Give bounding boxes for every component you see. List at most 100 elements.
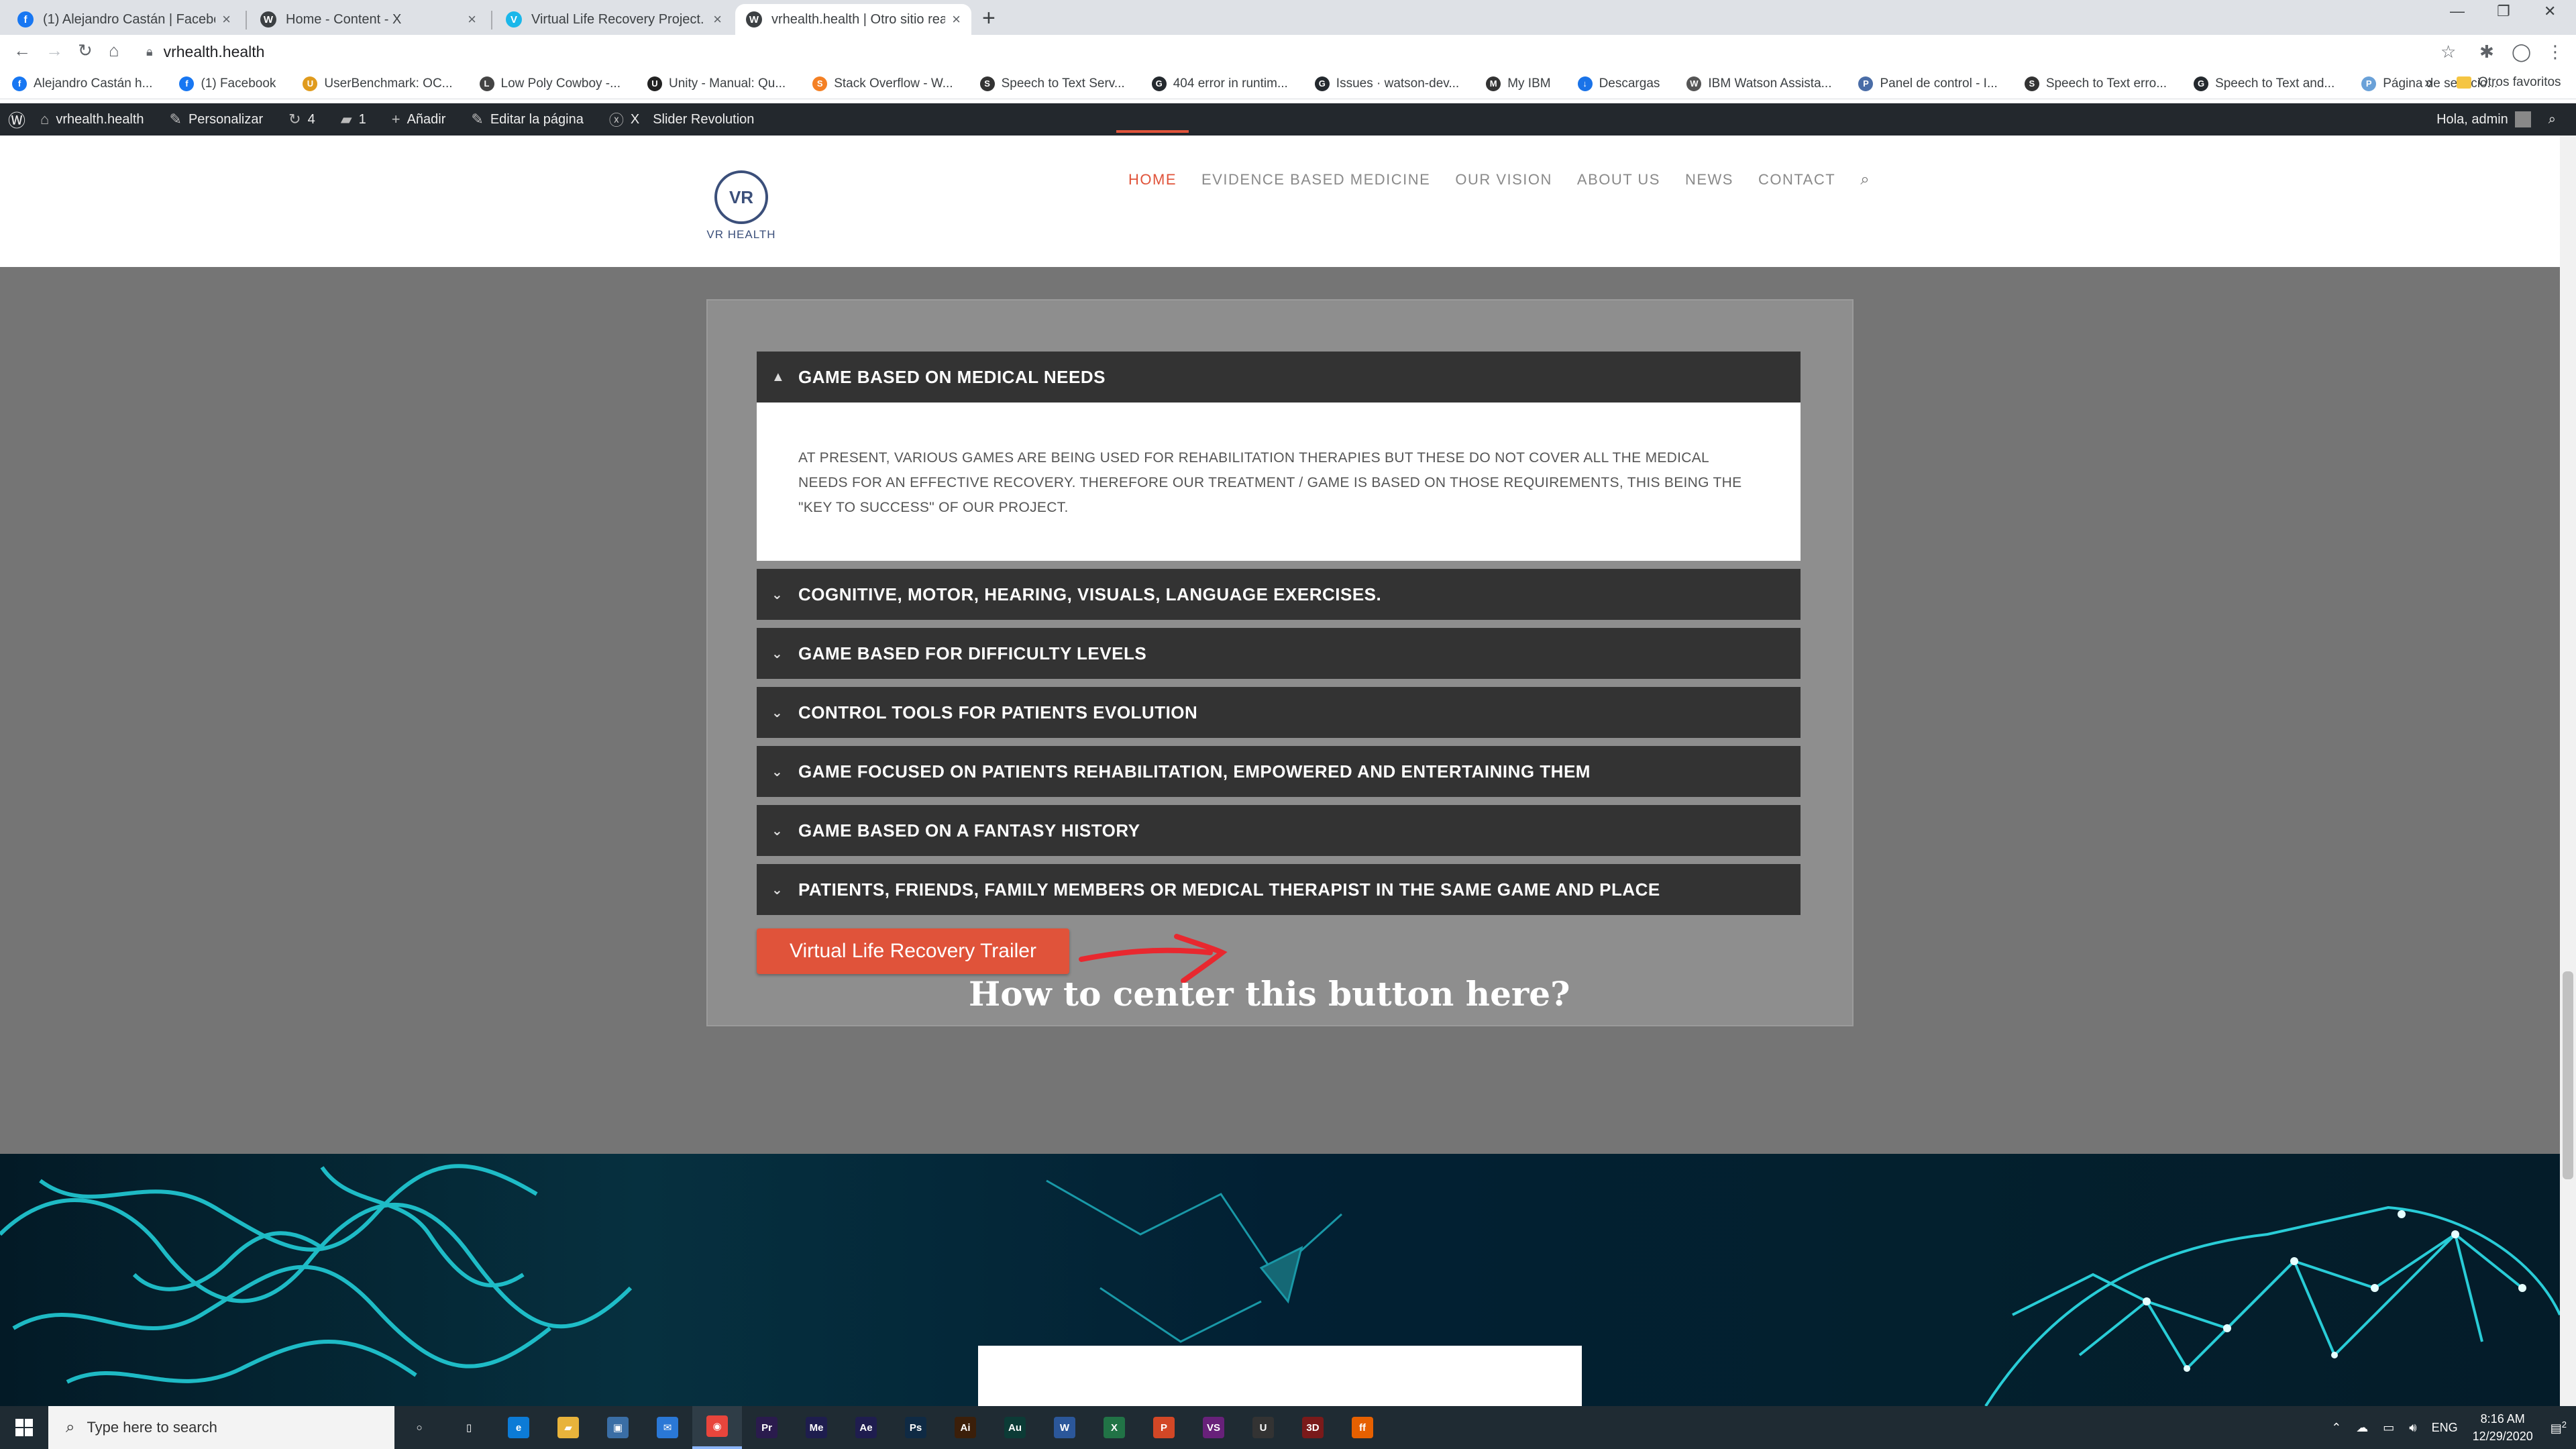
minimize-icon[interactable]: — <box>2450 3 2465 20</box>
chevron-up-icon[interactable]: ⌃ <box>2331 1421 2341 1435</box>
accordion-item-control-tools[interactable]: ⌄ CONTROL TOOLS FOR PATIENTS EVOLUTION <box>757 687 1801 738</box>
page-scrollbar[interactable] <box>2560 136 2576 1406</box>
notification-icon[interactable]: ▤2 <box>2551 1419 2567 1436</box>
browser-tab-2[interactable]: W Home - Content - X × <box>250 4 487 35</box>
bookmark-item[interactable]: U UserBenchmark: OC... <box>303 76 453 91</box>
reload-icon[interactable]: ↻ <box>78 40 93 61</box>
taskbar-app[interactable]: Ai <box>941 1406 990 1449</box>
bookmark-item[interactable]: S Speech to Text erro... <box>2024 76 2167 91</box>
language-indicator[interactable]: ENG <box>2432 1421 2458 1435</box>
nav-contact[interactable]: CONTACT <box>1758 171 1835 189</box>
wp-account[interactable]: Hola, admin <box>2436 111 2531 127</box>
nav-home[interactable]: HOME <box>1128 171 1177 189</box>
network-icon[interactable]: ▭ <box>2383 1421 2394 1435</box>
scrollbar-thumb[interactable] <box>2563 971 2573 1179</box>
bookmark-item[interactable]: M My IBM <box>1486 76 1551 91</box>
wp-customize[interactable]: ✎ Personalizar <box>170 111 264 128</box>
bookmark-item[interactable]: P Panel de control - I... <box>1858 76 1998 91</box>
wp-updates[interactable]: ↻ 4 <box>288 111 315 128</box>
bookmark-item[interactable]: f Alejandro Castán h... <box>12 76 152 91</box>
wp-add-new[interactable]: + Añadir <box>392 111 446 128</box>
wp-x-builder[interactable]: ⓧ X <box>609 109 639 130</box>
volume-icon[interactable]: 🔊︎ <box>2409 1421 2416 1435</box>
taskbar-app[interactable]: ◉ <box>692 1406 742 1449</box>
start-button[interactable] <box>0 1406 48 1449</box>
taskbar-app[interactable]: ▰ <box>543 1406 593 1449</box>
bookmark-item[interactable]: f (1) Facebook <box>179 76 276 91</box>
taskbar-app[interactable]: ✉ <box>643 1406 692 1449</box>
onedrive-icon[interactable]: ☁ <box>2356 1421 2368 1435</box>
accordion-item-medical-needs[interactable]: ▲ GAME BASED ON MEDICAL NEEDS <box>757 352 1801 402</box>
nav-our-vision[interactable]: OUR VISION <box>1455 171 1552 189</box>
browser-tab-1[interactable]: f (1) Alejandro Castán | Facebook × <box>7 4 241 35</box>
bookmark-star-icon[interactable]: ☆ <box>2440 42 2456 62</box>
wp-logo-icon[interactable]: Ⓦ <box>8 107 25 132</box>
home-icon[interactable]: ⌂ <box>109 40 119 61</box>
taskbar-app[interactable]: X <box>1089 1406 1139 1449</box>
bookmark-item[interactable]: S Stack Overflow - W... <box>812 76 953 91</box>
accordion-title: GAME BASED ON MEDICAL NEEDS <box>798 366 1106 387</box>
nav-news[interactable]: NEWS <box>1685 171 1733 189</box>
taskbar-app[interactable]: ○ <box>394 1406 444 1449</box>
wp-slider-revolution[interactable]: Slider Revolution <box>653 112 754 127</box>
clock[interactable]: 8:16 AM 12/29/2020 <box>2473 1410 2533 1445</box>
taskbar-app[interactable]: Au <box>990 1406 1040 1449</box>
close-icon[interactable]: × <box>222 11 231 28</box>
bookmarks-overflow-button[interactable]: » <box>2424 74 2432 91</box>
accordion-item-rehabilitation[interactable]: ⌄ GAME FOCUSED ON PATIENTS REHABILITATIO… <box>757 746 1801 797</box>
close-icon[interactable]: × <box>713 11 722 28</box>
omnibox[interactable]: 🔒︎ vrhealth.health <box>146 38 2440 65</box>
new-tab-button[interactable]: + <box>982 5 996 32</box>
bookmark-item[interactable]: G Speech to Text and... <box>2194 76 2334 91</box>
back-icon[interactable]: ← <box>13 40 31 61</box>
forward-icon[interactable]: → <box>46 40 63 61</box>
bookmark-item[interactable]: U Unity - Manual: Qu... <box>647 76 786 91</box>
close-icon[interactable]: × <box>468 11 476 28</box>
accordion-item-difficulty-levels[interactable]: ⌄ GAME BASED FOR DIFFICULTY LEVELS <box>757 628 1801 679</box>
wp-comments[interactable]: ▰ 1 <box>341 111 366 128</box>
taskbar-app[interactable]: Pr <box>742 1406 792 1449</box>
url-text[interactable]: vrhealth.health <box>164 43 265 61</box>
trailer-button[interactable]: Virtual Life Recovery Trailer <box>757 928 1069 974</box>
bookmark-item[interactable]: ↓ Descargas <box>1577 76 1660 91</box>
profile-avatar-icon[interactable]: ◯ <box>2512 42 2531 62</box>
taskbar-app[interactable]: U <box>1238 1406 1288 1449</box>
search-icon[interactable]: ⌕ <box>1860 170 1869 189</box>
site-logo[interactable]: VR VR HEALTH <box>706 170 777 241</box>
taskbar-app[interactable]: 3D <box>1288 1406 1338 1449</box>
wp-search-icon[interactable]: ⌕ <box>2548 112 2556 127</box>
extensions-icon[interactable]: ✱ <box>2479 42 2494 62</box>
taskbar-app[interactable]: e <box>494 1406 543 1449</box>
accordion-item-same-game[interactable]: ⌄ PATIENTS, FRIENDS, FAMILY MEMBERS OR M… <box>757 864 1801 915</box>
taskbar-app[interactable]: P <box>1139 1406 1189 1449</box>
close-icon[interactable]: × <box>952 11 961 28</box>
bookmark-item[interactable]: G Issues · watson-dev... <box>1314 76 1459 91</box>
bookmark-item[interactable]: W IBM Watson Assista... <box>1686 76 1831 91</box>
nav-evidence-based-medicine[interactable]: EVIDENCE BASED MEDICINE <box>1201 171 1430 189</box>
taskbar-app[interactable]: VS <box>1189 1406 1238 1449</box>
accordion-item-fantasy-history[interactable]: ⌄ GAME BASED ON A FANTASY HISTORY <box>757 805 1801 856</box>
lock-icon[interactable]: 🔒︎ <box>146 45 153 59</box>
bookmark-item[interactable]: S Speech to Text Serv... <box>979 76 1125 91</box>
taskbar-app[interactable]: Me <box>792 1406 841 1449</box>
bookmark-item[interactable]: L Low Poly Cowboy -... <box>479 76 621 91</box>
taskbar-app[interactable]: ff <box>1338 1406 1387 1449</box>
wp-edit-page[interactable]: ✎ Editar la página <box>471 111 583 128</box>
close-window-icon[interactable]: ✕ <box>2544 3 2556 20</box>
taskbar-app[interactable]: Ae <box>841 1406 891 1449</box>
restore-icon[interactable]: ❐ <box>2497 3 2510 20</box>
browser-tab-3[interactable]: V Virtual Life Recovery Project. on V × <box>495 4 733 35</box>
menu-kebab-icon[interactable]: ⋮ <box>2546 42 2564 62</box>
taskbar-search-input[interactable]: ⌕ Type here to search <box>48 1406 394 1449</box>
other-bookmarks-folder[interactable]: Otros favoritos <box>2457 75 2561 90</box>
wp-site-link[interactable]: ⌂ vrhealth.health <box>40 111 144 128</box>
taskbar-app[interactable]: Ps <box>891 1406 941 1449</box>
taskbar-app[interactable]: ▣ <box>593 1406 643 1449</box>
taskbar-app[interactable]: ▯ <box>444 1406 494 1449</box>
browser-tab-4[interactable]: W vrhealth.health | Otro sitio realiz × <box>735 4 971 35</box>
nav-about-us[interactable]: ABOUT US <box>1577 171 1660 189</box>
bookmark-item[interactable]: G 404 error in runtim... <box>1151 76 1288 91</box>
taskbar-app[interactable]: W <box>1040 1406 1089 1449</box>
accordion-item-exercises[interactable]: ⌄ COGNITIVE, MOTOR, HEARING, VISUALS, LA… <box>757 569 1801 620</box>
other-bookmarks-label: Otros favoritos <box>2478 75 2561 89</box>
